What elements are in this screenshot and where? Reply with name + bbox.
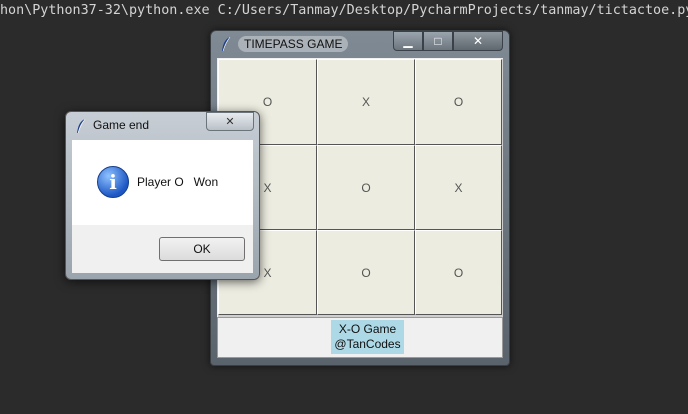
terminal-command-line: hon\Python37-32\python.exe C:/Users/Tanm… — [0, 3, 688, 18]
board-cell-0-2[interactable]: O — [415, 59, 502, 145]
dialog-title: Game end — [93, 118, 150, 132]
dialog-message-area: i Player O Won — [72, 140, 253, 225]
footer-label: X-O Game @TanCodes — [331, 320, 404, 354]
main-window-titlebar[interactable]: TIMEPASS GAME ▁ □ ✕ — [211, 31, 509, 57]
minimize-button[interactable]: ▁ — [393, 31, 423, 51]
board-cell-0-1[interactable]: X — [317, 59, 415, 145]
feather-icon — [75, 118, 87, 134]
dialog-message: Player O Won — [137, 175, 219, 189]
game-end-dialog: Game end ✕ i Player O Won OK — [65, 111, 260, 280]
feather-icon — [220, 36, 232, 52]
dialog-close-button[interactable]: ✕ — [206, 112, 254, 131]
board-cell-2-2[interactable]: O — [415, 230, 502, 315]
maximize-icon: □ — [434, 34, 442, 48]
maximize-button[interactable]: □ — [423, 31, 453, 51]
game-board: O X O X O X X O O — [218, 59, 503, 317]
close-icon: ✕ — [472, 34, 484, 48]
board-cell-1-1[interactable]: O — [317, 145, 415, 230]
footer-label-line2: @TanCodes — [334, 337, 401, 351]
main-window-title: TIMEPASS GAME — [238, 36, 349, 52]
board-cell-1-2[interactable]: X — [415, 145, 502, 230]
footer-label-line1: X-O Game — [338, 322, 397, 336]
dialog-button-area: OK — [72, 225, 253, 273]
dialog-body: i Player O Won OK — [72, 140, 253, 273]
board-cell-2-1[interactable]: O — [317, 230, 415, 315]
minimize-icon: ▁ — [403, 34, 413, 48]
footer-panel: X-O Game @TanCodes — [217, 317, 503, 358]
info-icon: i — [97, 166, 129, 198]
close-button[interactable]: ✕ — [453, 31, 503, 51]
ok-button[interactable]: OK — [159, 237, 245, 261]
close-icon: ✕ — [225, 116, 235, 128]
